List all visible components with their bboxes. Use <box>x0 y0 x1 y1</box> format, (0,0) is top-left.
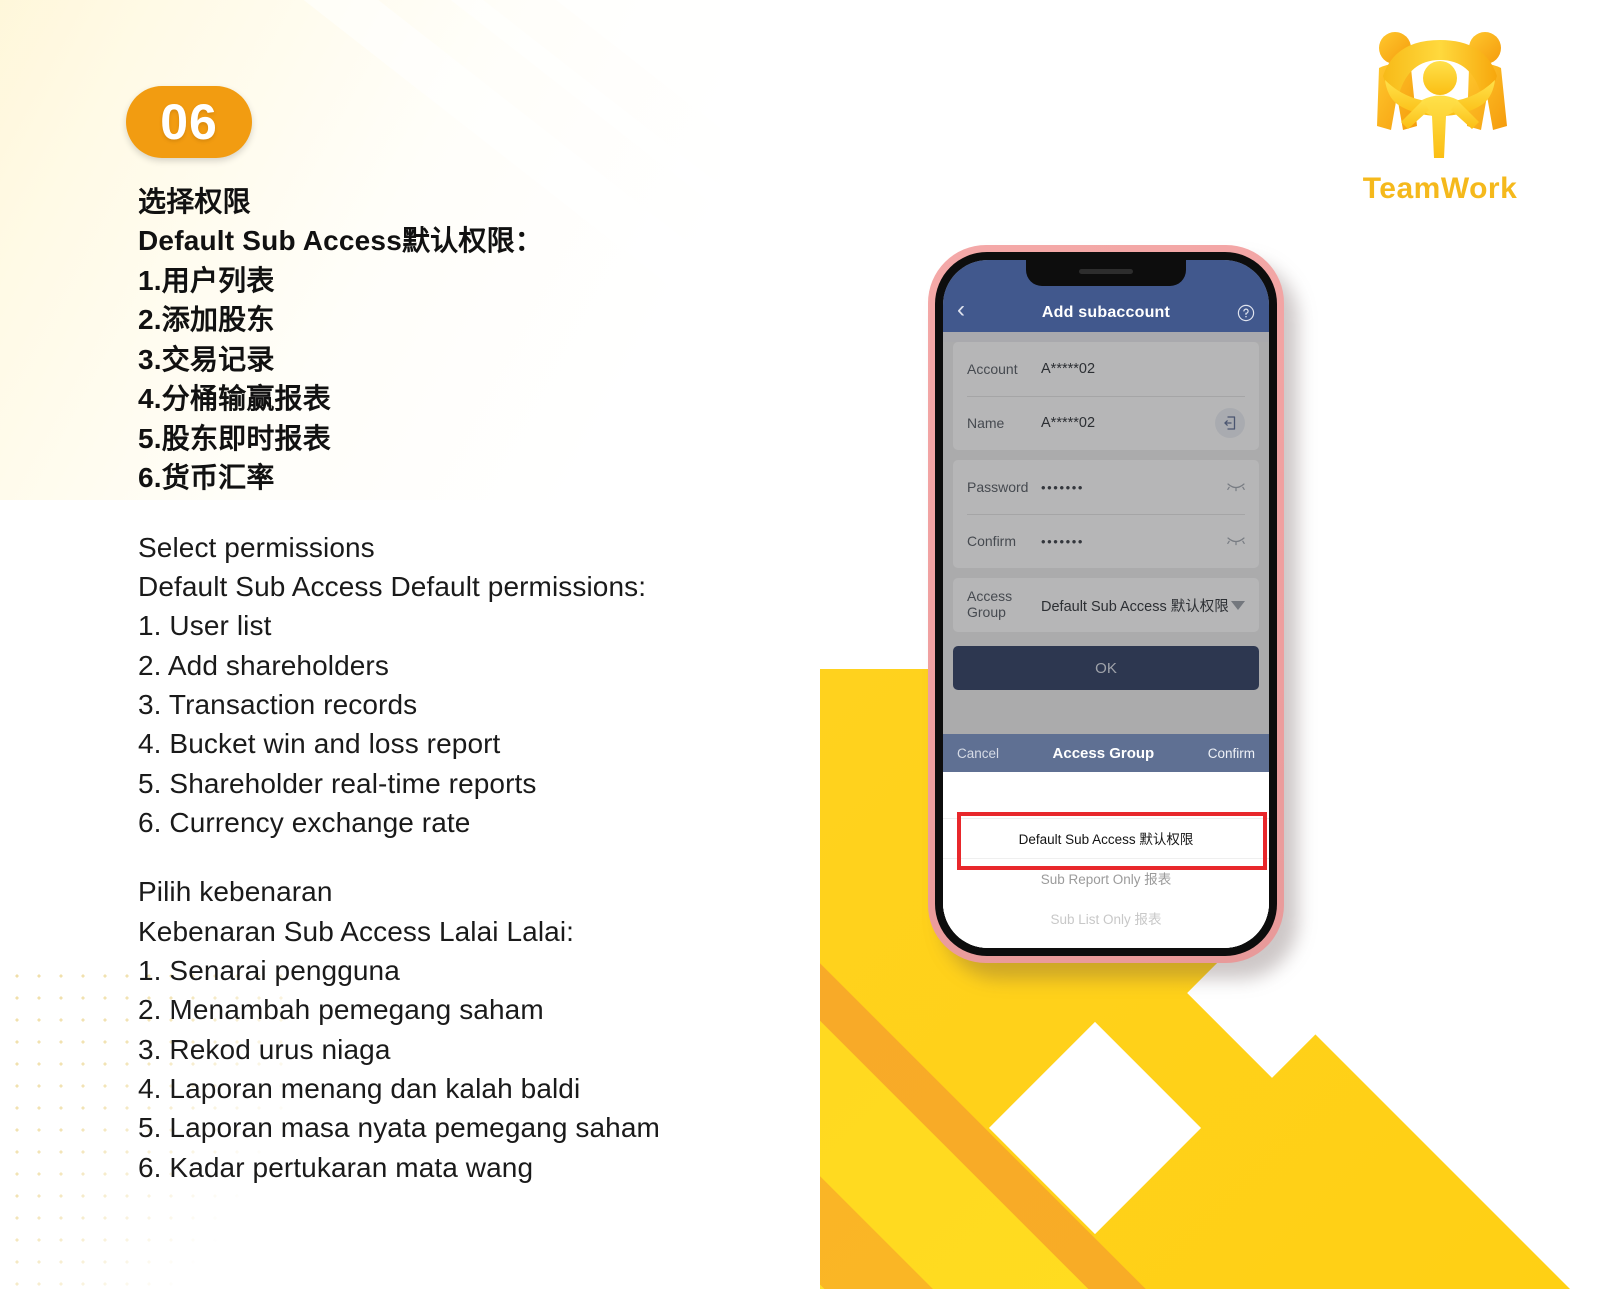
ms-line-2: 1. Senarai pengguna <box>138 955 400 987</box>
picker-cancel-button[interactable]: Cancel <box>957 746 999 761</box>
ms-line-4: 3. Rekod urus niaga <box>138 1033 391 1065</box>
picker-option-0[interactable]: Default Sub Access 默认权限 <box>943 818 1269 858</box>
en-line-5: 4. Bucket win and loss report <box>138 728 501 760</box>
step-number-badge: 06 <box>126 86 252 158</box>
cn-line-0: 选择权限 <box>138 186 251 217</box>
en-line-2: 1. User list <box>138 610 272 642</box>
access-group-picker-sheet: Cancel Access Group Confirm Default Sub … <box>943 734 1269 948</box>
instruction-copy: 选择权限 Default Sub Access默认权限： 1.用户列表 2.添加… <box>138 182 878 1187</box>
ribbon-notch-1 <box>988 1021 1202 1235</box>
en-line-3: 2. Add shareholders <box>138 649 389 681</box>
phone-inner-bezel: ‹ Add subaccount Account A*****02 Name A… <box>935 252 1277 956</box>
app-body: Account A*****02 Name A*****02 Password … <box>943 342 1269 948</box>
earpiece-speaker-icon <box>1079 269 1133 274</box>
chinese-block: 选择权限 Default Sub Access默认权限： 1.用户列表 2.添加… <box>138 182 878 498</box>
cn-line-2: 1.用户列表 <box>138 264 275 296</box>
app-bar-title: Add subaccount <box>1041 304 1171 321</box>
cn-line-5: 4.分桶输赢报表 <box>138 383 331 415</box>
picker-title: Access Group <box>1052 744 1155 762</box>
malay-block: Pilih kebenaran Kebenaran Sub Access Lal… <box>138 872 878 1187</box>
picker-option-1[interactable]: Sub Report Only 报表 <box>943 858 1269 898</box>
cn-line-1: Default Sub Access默认权限： <box>138 225 543 257</box>
en-line-1: Default Sub Access Default permissions: <box>138 571 647 603</box>
picker-confirm-button[interactable]: Confirm <box>1208 746 1255 761</box>
phone-screen: ‹ Add subaccount Account A*****02 Name A… <box>943 260 1269 948</box>
picker-selection-line-bottom <box>943 858 1269 859</box>
ms-line-3: 2. Menambah pemegang saham <box>138 994 544 1026</box>
en-line-0: Select permissions <box>138 531 375 563</box>
en-line-7: 6. Currency exchange rate <box>138 807 471 839</box>
cn-line-3: 2.添加股东 <box>138 304 275 336</box>
en-line-4: 3. Transaction records <box>138 689 418 721</box>
ms-line-0: Pilih kebenaran <box>138 876 333 908</box>
picker-toolbar: Cancel Access Group Confirm <box>943 734 1269 772</box>
picker-selection-line-top <box>943 818 1269 819</box>
chevron-left-icon[interactable]: ‹ <box>957 298 991 322</box>
en-line-6: 5. Shareholder real-time reports <box>138 767 537 799</box>
ms-line-7: 6. Kadar pertukaran mata wang <box>138 1151 534 1183</box>
question-circle-icon[interactable] <box>1221 304 1255 322</box>
phone-mockup: ‹ Add subaccount Account A*****02 Name A… <box>928 245 1298 979</box>
step-number-text: 06 <box>160 94 218 150</box>
picker-options-list[interactable]: Default Sub Access 默认权限 Sub Report Only … <box>943 772 1269 948</box>
phone-bezel: ‹ Add subaccount Account A*****02 Name A… <box>928 245 1284 963</box>
ms-line-5: 4. Laporan menang dan kalah baldi <box>138 1073 581 1105</box>
english-block: Select permissions Default Sub Access De… <box>138 528 878 843</box>
top-left-white-band <box>430 0 1061 122</box>
phone-notch <box>1026 260 1186 286</box>
ms-line-1: Kebenaran Sub Access Lalai Lalai: <box>138 915 575 947</box>
teamwork-logo: TeamWork <box>1342 18 1538 206</box>
cn-line-7: 6.货币汇率 <box>138 462 275 494</box>
picker-option-2[interactable]: Sub List Only 报表 <box>943 898 1269 938</box>
cn-line-4: 3.交易记录 <box>138 343 275 375</box>
brand-name: TeamWork <box>1362 172 1518 205</box>
teamwork-people-circle-icon <box>1342 18 1538 168</box>
cn-line-6: 5.股东即时报表 <box>138 422 331 454</box>
ms-line-6: 5. Laporan masa nyata pemegang saham <box>138 1112 660 1144</box>
